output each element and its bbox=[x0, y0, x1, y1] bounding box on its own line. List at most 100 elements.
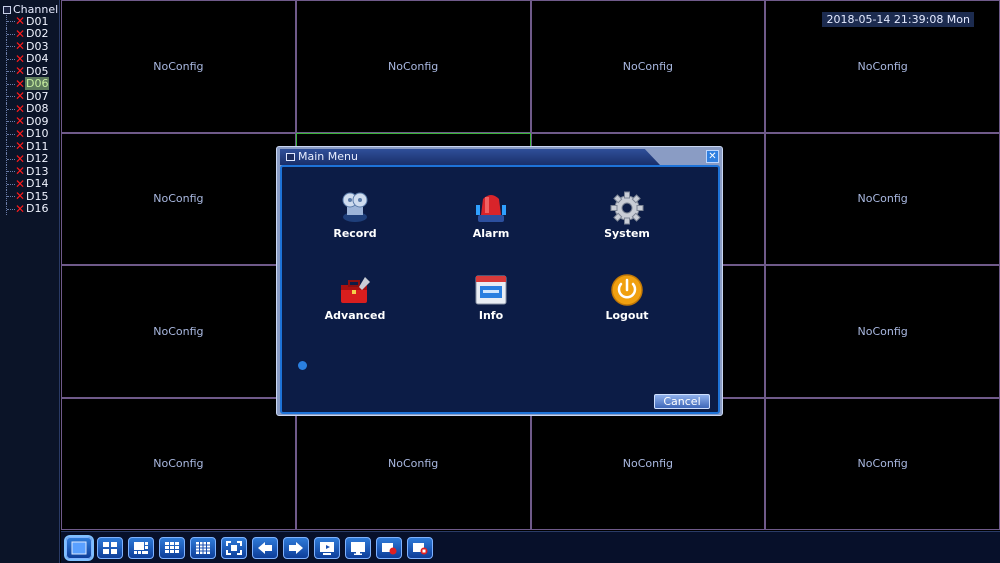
collapse-icon[interactable] bbox=[3, 5, 11, 14]
alarm-icon bbox=[476, 195, 506, 222]
fullscreen-button[interactable] bbox=[221, 536, 247, 559]
gear-icon bbox=[610, 191, 644, 225]
channel-item[interactable]: ✕ D04 bbox=[6, 52, 49, 65]
layout-9-button[interactable] bbox=[159, 536, 185, 559]
menu-item-record[interactable]: Record bbox=[310, 191, 400, 240]
layout-4-button[interactable] bbox=[97, 536, 123, 559]
tree-line bbox=[6, 102, 15, 115]
cell-status-label: NoConfig bbox=[153, 59, 204, 73]
menu-item-label: Logout bbox=[605, 309, 649, 322]
channel-label: D11 bbox=[26, 139, 49, 153]
channel-item[interactable]: ✕ D10 bbox=[6, 126, 49, 141]
tree-line bbox=[6, 127, 15, 140]
cell-status-label: NoConfig bbox=[857, 324, 908, 338]
record-stop-button[interactable] bbox=[407, 536, 433, 559]
cell-status-label: NoConfig bbox=[857, 457, 908, 471]
channel-label: D06 bbox=[25, 77, 50, 91]
layout-16-button[interactable] bbox=[190, 536, 216, 559]
next-button[interactable] bbox=[283, 536, 309, 559]
layout-1-button[interactable] bbox=[66, 536, 92, 559]
channel-item[interactable]: ✕ D02 bbox=[6, 26, 49, 41]
channel-label: D03 bbox=[26, 39, 49, 53]
channel-item[interactable]: ✕ D05 bbox=[6, 65, 49, 78]
video-cell[interactable]: NoConfig bbox=[61, 0, 296, 133]
channel-list: ✕ D01 ✕ D02 ✕ D03 ✕ D04 ✕ D05 ✕ D06 ✕ D07 ✕ D08 ✕ D09 ✕ D10… bbox=[6, 15, 50, 215]
channel-item[interactable]: ✕ D14 bbox=[6, 176, 49, 191]
offline-x-icon: ✕ bbox=[15, 26, 26, 41]
offline-x-icon: ✕ bbox=[15, 114, 26, 129]
tree-line bbox=[6, 90, 15, 103]
record-start-icon bbox=[382, 542, 397, 554]
offline-x-icon: ✕ bbox=[15, 14, 26, 29]
channel-item[interactable]: ✕ D08 bbox=[6, 101, 49, 116]
bottom-toolbar bbox=[61, 531, 1000, 563]
arrow-right-icon bbox=[289, 541, 303, 554]
cell-status-label: NoConfig bbox=[857, 192, 908, 206]
tree-line bbox=[6, 15, 15, 28]
channel-label: D09 bbox=[26, 114, 49, 128]
channel-label: D10 bbox=[26, 127, 49, 141]
menu-item-logout[interactable]: Logout bbox=[582, 273, 672, 322]
channel-item[interactable]: ✕ D03 bbox=[6, 40, 49, 53]
video-cell[interactable]: NoConfig bbox=[61, 265, 296, 398]
offline-x-icon: ✕ bbox=[15, 139, 26, 154]
channel-item[interactable]: ✕ D09 bbox=[6, 115, 49, 128]
channel-item[interactable]: ✕ D06 bbox=[6, 76, 50, 91]
tree-line bbox=[6, 177, 15, 190]
close-button[interactable]: ✕ bbox=[706, 150, 719, 163]
channel-label: D13 bbox=[26, 164, 49, 178]
video-cell[interactable]: NoConfig bbox=[530, 0, 766, 133]
channel-item[interactable]: ✕ D15 bbox=[6, 190, 49, 203]
video-cell[interactable]: NoConfig bbox=[61, 132, 296, 265]
video-cell[interactable]: NoConfig bbox=[765, 397, 1000, 530]
offline-x-icon: ✕ bbox=[15, 64, 26, 79]
menu-item-label: Advanced bbox=[324, 309, 386, 322]
monitor-button[interactable] bbox=[345, 536, 371, 559]
cancel-button[interactable]: Cancel bbox=[654, 394, 710, 409]
video-cell[interactable]: NoConfig bbox=[765, 132, 1000, 265]
channel-label: D02 bbox=[26, 27, 49, 41]
dialog-header: Main Menu ✕ bbox=[280, 149, 720, 165]
channel-item[interactable]: ✕ D16 bbox=[6, 202, 49, 215]
video-cell[interactable]: NoConfig bbox=[530, 397, 766, 530]
channel-item[interactable]: ✕ D01 bbox=[6, 15, 49, 28]
previous-button[interactable] bbox=[252, 536, 278, 559]
tree-line bbox=[6, 115, 15, 128]
channel-label: D15 bbox=[26, 189, 49, 203]
menu-item-label: System bbox=[604, 227, 650, 240]
menu-item-advanced[interactable]: Advanced bbox=[310, 273, 400, 322]
fullscreen-icon bbox=[226, 540, 242, 555]
menu-item-alarm[interactable]: Alarm bbox=[446, 191, 536, 240]
cell-status-label: NoConfig bbox=[387, 457, 439, 471]
menu-item-label: Alarm bbox=[472, 227, 510, 240]
toolbox-icon bbox=[341, 277, 370, 303]
offline-x-icon: ✕ bbox=[15, 76, 26, 91]
cell-status-label: NoConfig bbox=[622, 59, 673, 73]
channel-sidebar: Channel ✕ D01 ✕ D02 ✕ D03 ✕ D04 ✕ D05 ✕ D06 ✕ D07 ✕ D08… bbox=[0, 0, 60, 563]
tree-line bbox=[6, 40, 15, 53]
channel-item[interactable]: ✕ D12 bbox=[6, 151, 49, 166]
channel-item[interactable]: ✕ D13 bbox=[6, 165, 49, 178]
tree-line bbox=[6, 190, 15, 203]
quad-view-icon bbox=[103, 541, 117, 554]
offline-x-icon: ✕ bbox=[15, 39, 26, 54]
channel-label: D07 bbox=[26, 89, 49, 103]
offline-x-icon: ✕ bbox=[15, 164, 26, 179]
channel-item[interactable]: ✕ D11 bbox=[6, 140, 49, 153]
menu-item-info[interactable]: Info bbox=[446, 273, 536, 322]
offline-x-icon: ✕ bbox=[15, 126, 26, 141]
offline-x-icon: ✕ bbox=[15, 89, 26, 104]
menu-item-system[interactable]: System bbox=[582, 191, 672, 240]
video-cell[interactable]: NoConfig bbox=[61, 397, 296, 530]
video-cell[interactable]: NoConfig bbox=[765, 265, 1000, 398]
layout-8-button[interactable] bbox=[128, 536, 154, 559]
playback-button[interactable] bbox=[314, 536, 340, 559]
video-cell[interactable]: NoConfig bbox=[295, 397, 531, 530]
offline-x-icon: ✕ bbox=[15, 101, 26, 116]
offline-x-icon: ✕ bbox=[15, 151, 26, 166]
video-cell[interactable]: NoConfig bbox=[295, 0, 531, 133]
eight-view-icon bbox=[134, 541, 148, 554]
record-start-button[interactable] bbox=[376, 536, 402, 559]
channel-item[interactable]: ✕ D07 bbox=[6, 90, 49, 103]
offline-x-icon: ✕ bbox=[15, 176, 26, 191]
